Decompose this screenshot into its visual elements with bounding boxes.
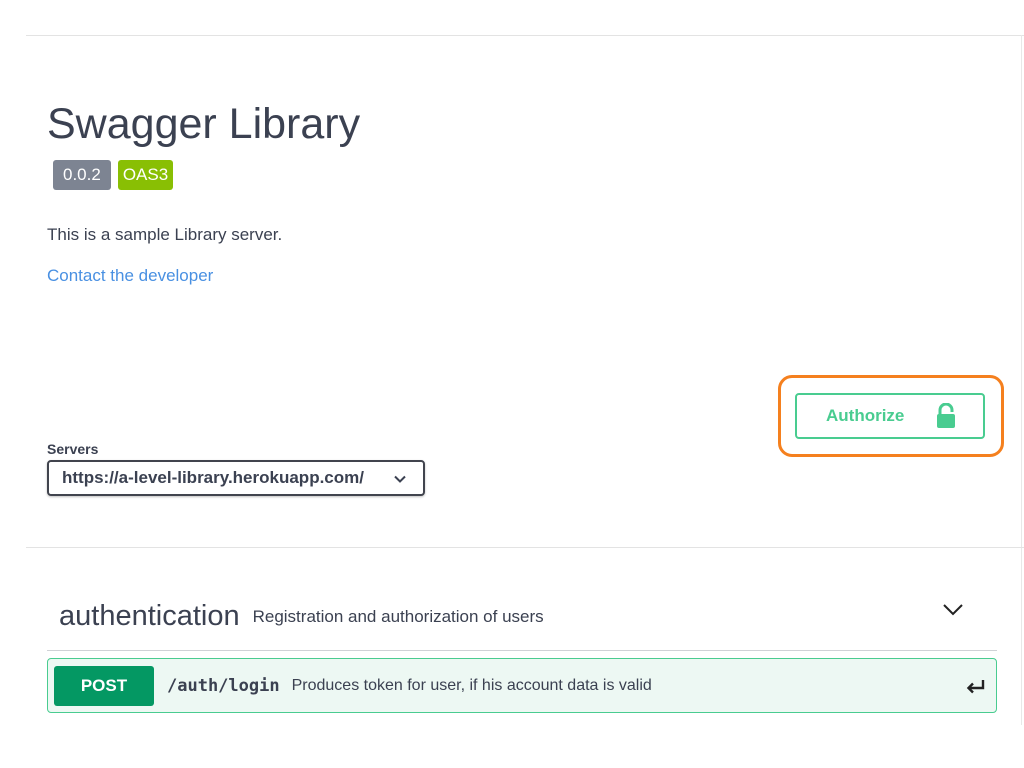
- authorize-button-label: Authorize: [826, 406, 905, 425]
- tag-header[interactable]: authentication Registration and authoriz…: [47, 582, 997, 651]
- top-divider: [26, 35, 1024, 36]
- chevron-down-icon: [394, 475, 406, 483]
- tag-description: Registration and authorization of users: [252, 607, 544, 626]
- enter-arrow-icon: [966, 680, 985, 694]
- server-select[interactable]: https://a-level-library.herokuapp.com/: [47, 460, 425, 496]
- server-select-value: https://a-level-library.herokuapp.com/: [62, 468, 364, 487]
- version-badges: 0.0.2 OAS3: [53, 160, 360, 190]
- api-description: This is a sample Library server.: [47, 225, 283, 244]
- servers-section: Servers https://a-level-library.herokuap…: [47, 441, 425, 496]
- tag-section-authentication: authentication Registration and authoriz…: [47, 582, 997, 651]
- contact-developer-link[interactable]: Contact the developer: [47, 266, 213, 286]
- operation-post-auth-login[interactable]: POST /auth/login Produces token for user…: [47, 658, 997, 713]
- swagger-ui-page: Swagger Library 0.0.2 OAS3 This is a sam…: [0, 0, 1024, 768]
- lock-open-icon: [937, 403, 955, 428]
- section-divider: [26, 547, 1024, 548]
- operation-path: /auth/login: [167, 675, 280, 696]
- right-divider: [1021, 35, 1022, 725]
- version-badge: 0.0.2: [53, 160, 111, 190]
- servers-label: Servers: [47, 441, 99, 457]
- chevron-down-icon[interactable]: [942, 602, 964, 618]
- tag-name: authentication: [59, 599, 240, 632]
- operation-summary: Produces token for user, if his account …: [291, 676, 652, 694]
- page-title: Swagger Library: [47, 100, 361, 148]
- api-info: Swagger Library 0.0.2 OAS3 This is a sam…: [47, 97, 360, 286]
- method-badge-post: POST: [54, 665, 154, 706]
- authorize-button[interactable]: Authorize: [795, 393, 985, 439]
- oas3-badge: OAS3: [117, 160, 174, 190]
